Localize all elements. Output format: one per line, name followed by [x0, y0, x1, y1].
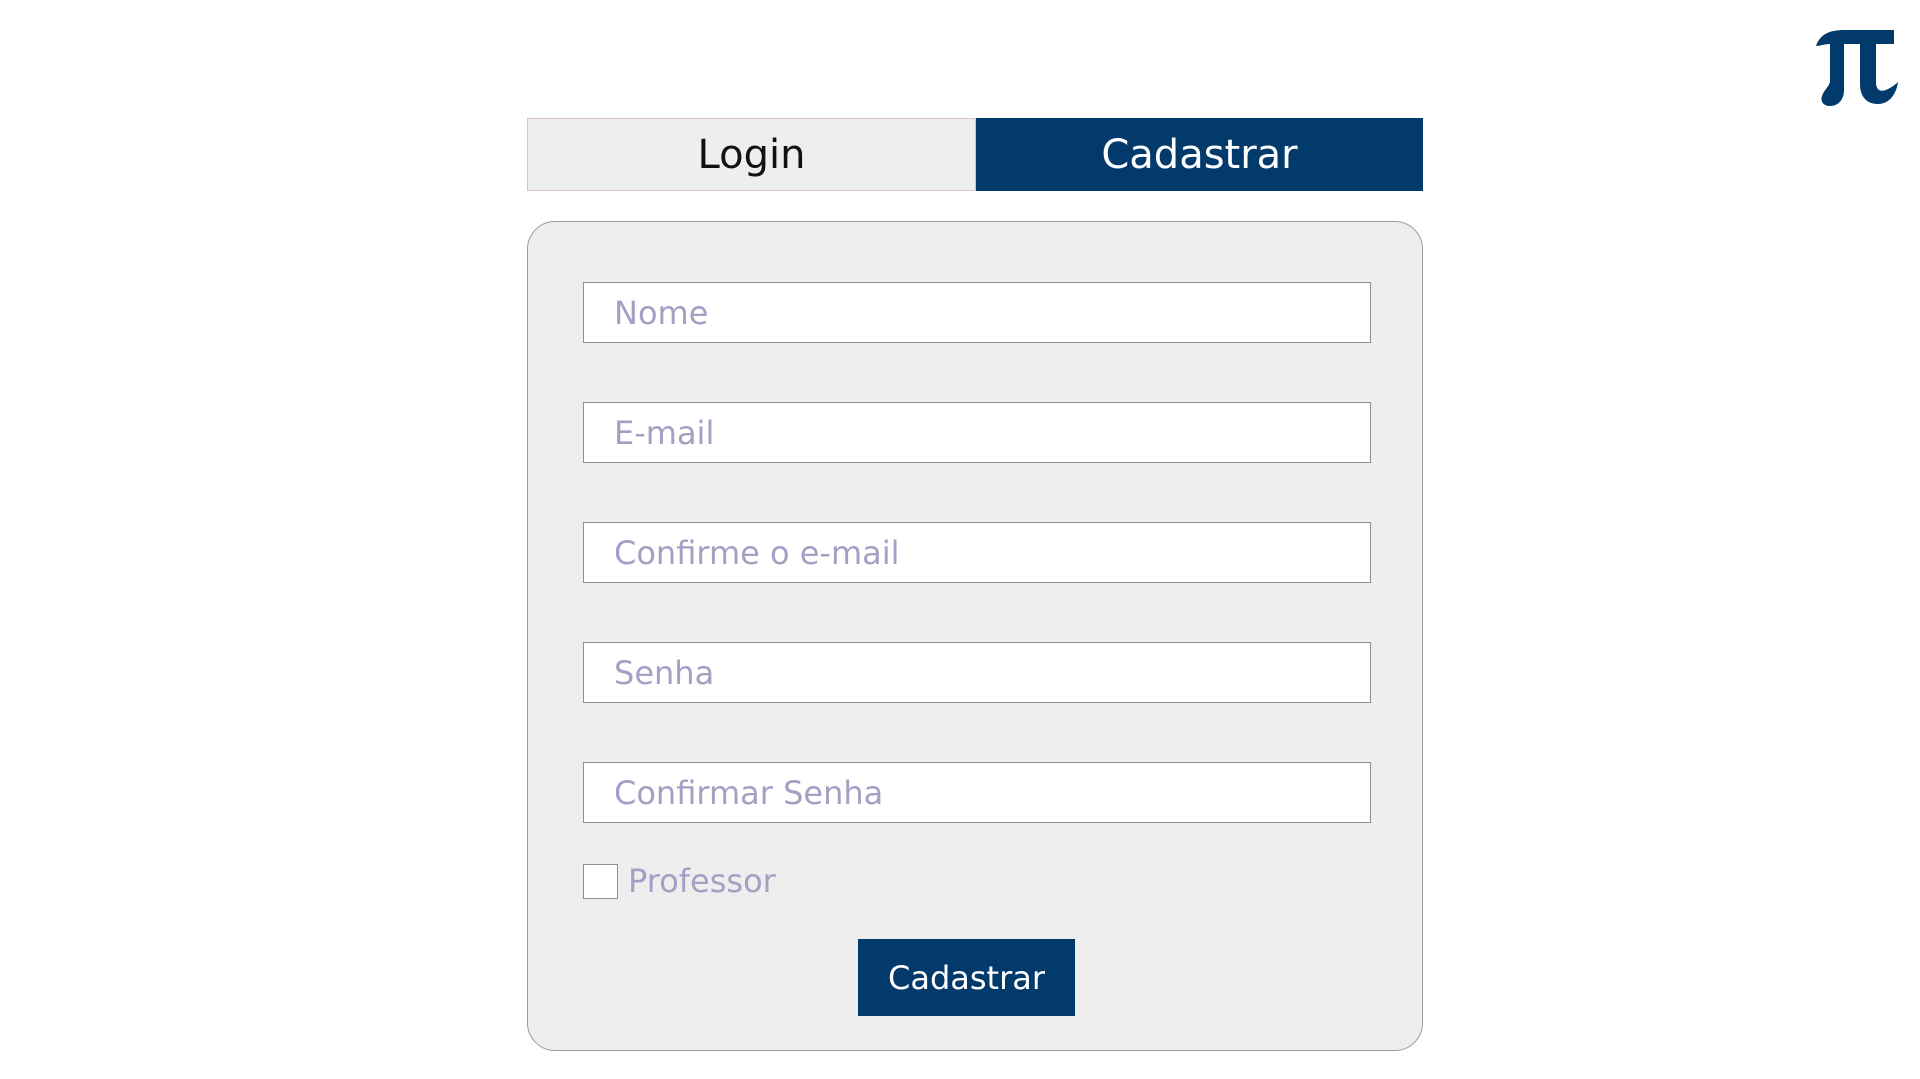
- tab-login[interactable]: Login: [527, 118, 976, 191]
- register-page: Login Cadastrar Professor Cadastrar: [0, 0, 1920, 1079]
- teacher-checkbox[interactable]: [583, 863, 618, 899]
- register-submit-button[interactable]: Cadastrar: [858, 939, 1075, 1016]
- name-input[interactable]: [583, 282, 1371, 343]
- confirm-password-input[interactable]: [583, 762, 1371, 823]
- register-form-card: Professor Cadastrar: [527, 221, 1423, 1051]
- teacher-checkbox-label: Professor: [628, 862, 776, 900]
- teacher-checkbox-row: Professor: [583, 862, 776, 900]
- email-input[interactable]: [583, 402, 1371, 463]
- tab-register[interactable]: Cadastrar: [976, 118, 1423, 191]
- pi-logo-icon: [1810, 24, 1900, 108]
- password-input[interactable]: [583, 642, 1371, 703]
- confirm-email-input[interactable]: [583, 522, 1371, 583]
- auth-tabs: Login Cadastrar: [527, 118, 1423, 191]
